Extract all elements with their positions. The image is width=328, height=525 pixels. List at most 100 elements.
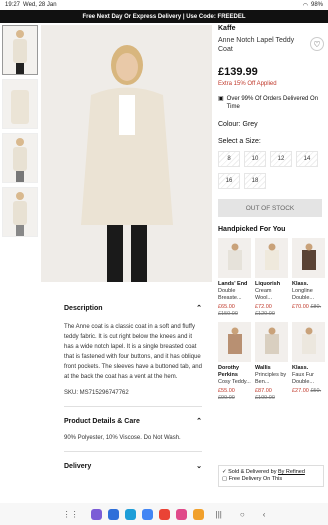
colour-label: Colour: Grey (218, 121, 258, 128)
product-thumb (292, 238, 325, 278)
status-bar: 19:27 Wed, 28 Jan ◠ 98% (0, 0, 328, 10)
handpicked-card[interactable]: Klass. Faux Fur Double... £27.00 £50. (292, 322, 325, 402)
app-icon[interactable] (107, 508, 119, 520)
product-name: Anne Notch Lapel Teddy Coat (218, 37, 295, 53)
seller-link[interactable]: By Refined (278, 469, 305, 475)
card-price-was: £120.00 (255, 311, 275, 317)
size-option[interactable]: 16 (218, 173, 240, 189)
card-name: Cosy Teddy... (218, 379, 251, 385)
check-icon: ✓ (222, 469, 227, 475)
delivery-text: Over 99% Of Orders Delivered On Time (226, 96, 319, 110)
coat-figure-icon (13, 30, 27, 74)
size-option[interactable]: 14 (296, 151, 318, 167)
details-title: Product Details & Care (64, 417, 140, 425)
size-option[interactable]: 8 (218, 151, 240, 167)
details-header[interactable]: Product Details & Care ⌃ (64, 415, 202, 427)
battery-level: 98% (310, 2, 323, 8)
product-thumb (255, 238, 288, 278)
app-icon[interactable] (141, 508, 153, 520)
coat-figure-icon (13, 192, 27, 236)
product-main-image[interactable]: › (41, 25, 212, 282)
product-brand[interactable]: Kaffe (218, 25, 324, 32)
card-brand: Liquorish (255, 281, 281, 287)
chevron-up-icon: ⌃ (196, 418, 202, 425)
thumbnail-1[interactable] (2, 25, 38, 75)
app-icon[interactable] (158, 508, 170, 520)
back-icon[interactable]: ‹ (263, 510, 266, 519)
home-icon[interactable]: ○ (240, 510, 245, 519)
materials-text: 90% Polyester, 10% Viscose. Do Not Wash. (64, 435, 181, 441)
coat-flat-icon (11, 90, 29, 124)
promo-banner[interactable]: Free Next Day Or Express Delivery | Use … (0, 10, 328, 23)
handpicked-card[interactable]: Lands' End Double Breaste... £65.00 £150… (218, 238, 251, 318)
handpicked-card[interactable]: Liquorish Cream Wool... £72.00 £120.00 (255, 238, 288, 318)
card-name: Longline Double... (292, 288, 315, 301)
card-price-now: £27.00 (292, 388, 309, 394)
seller-box: ✓ Sold & Delivered by By Refined ▢ Free … (218, 465, 324, 487)
delivery-title: Delivery (64, 462, 92, 470)
card-name: Principles by Ben... (255, 372, 287, 385)
description-text: The Anne coat is a classic coat in a sof… (64, 324, 202, 380)
thumbnail-4[interactable] (2, 187, 38, 237)
card-price: £87.00 £109.00 (255, 388, 288, 402)
description-header[interactable]: Description ⌃ (64, 302, 202, 314)
product-thumb (218, 322, 251, 362)
card-price: £55.00 £99.00 (218, 388, 251, 402)
thumbnail-list (2, 25, 38, 241)
thumbnail-2[interactable] (2, 79, 38, 129)
card-brand: Wallis (255, 365, 271, 371)
card-price: £27.00 £50. (292, 388, 325, 395)
product-thumb (292, 322, 325, 362)
model-coat-image (41, 25, 212, 282)
card-price: £72.00 £120.00 (255, 304, 288, 318)
product-price: £139.99 (218, 66, 258, 78)
size-option[interactable]: 18 (244, 173, 266, 189)
app-icon[interactable] (90, 508, 102, 520)
coat-figure-icon (13, 138, 27, 182)
handpicked-card[interactable]: Klass. Longline Double... £70.00 £80. (292, 238, 325, 318)
description-title: Description (64, 304, 103, 312)
card-price-was: £80. (310, 304, 322, 310)
thumbnail-3[interactable] (2, 133, 38, 183)
card-price-now: £87.00 (255, 388, 272, 394)
card-price-was: £109.00 (255, 395, 275, 401)
truck-icon: ▣ (218, 96, 224, 102)
size-label: Select a Size: (218, 138, 261, 145)
delivery-header[interactable]: Delivery ⌄ (64, 460, 202, 472)
size-grid: 8 10 12 14 16 18 (218, 151, 324, 189)
card-name: Faux Fur Double... (292, 372, 315, 385)
apps-grid-icon[interactable]: ⋮⋮ (63, 510, 79, 519)
card-price-was: £150.00 (218, 311, 238, 317)
product-info: Kaffe Anne Notch Lapel Teddy Coat ♡ £139… (218, 25, 325, 402)
heart-icon[interactable]: ♡ (310, 37, 324, 51)
product-thumb (255, 322, 288, 362)
delivery-promise: ▣ Over 99% Of Orders Delivered On Time (218, 95, 324, 111)
free-delivery-line: ▢ Free Delivery On This (222, 476, 320, 483)
card-price: £65.00 £150.00 (218, 304, 251, 318)
offer-text: Extra 15% Off Applied (218, 81, 277, 87)
recents-icon[interactable]: ||| (216, 510, 222, 519)
out-of-stock-button[interactable]: OUT OF STOCK (218, 199, 322, 217)
card-brand: Klass. (292, 365, 309, 371)
size-option[interactable]: 10 (244, 151, 266, 167)
card-price-now: £72.00 (255, 304, 272, 310)
sku-text: SKU: MS715296747762 (64, 390, 129, 396)
chevron-down-icon: ⌄ (196, 463, 202, 470)
sold-by-line: ✓ Sold & Delivered by By Refined (222, 469, 320, 476)
card-name: Cream Wool... (255, 288, 273, 301)
handpicked-card[interactable]: Dorothy Perkins Cosy Teddy... £55.00 £99… (218, 322, 251, 402)
app-icon[interactable] (192, 508, 204, 520)
app-icon[interactable] (175, 508, 187, 520)
card-price-now: £65.00 (218, 304, 235, 310)
handpicked-title: Handpicked For You (218, 226, 286, 233)
card-brand: Klass. (292, 281, 309, 287)
divider (64, 406, 202, 407)
card-price-now: £55.00 (218, 388, 235, 394)
size-option[interactable]: 12 (270, 151, 292, 167)
chevron-up-icon: ⌃ (196, 305, 202, 312)
handpicked-card[interactable]: Wallis Principles by Ben... £87.00 £109.… (255, 322, 288, 402)
app-icon[interactable] (124, 508, 136, 520)
box-icon: ▢ (222, 476, 228, 482)
wifi-icon: ◠ (302, 2, 308, 9)
description-panel: Description ⌃ The Anne coat is a classic… (64, 302, 202, 472)
